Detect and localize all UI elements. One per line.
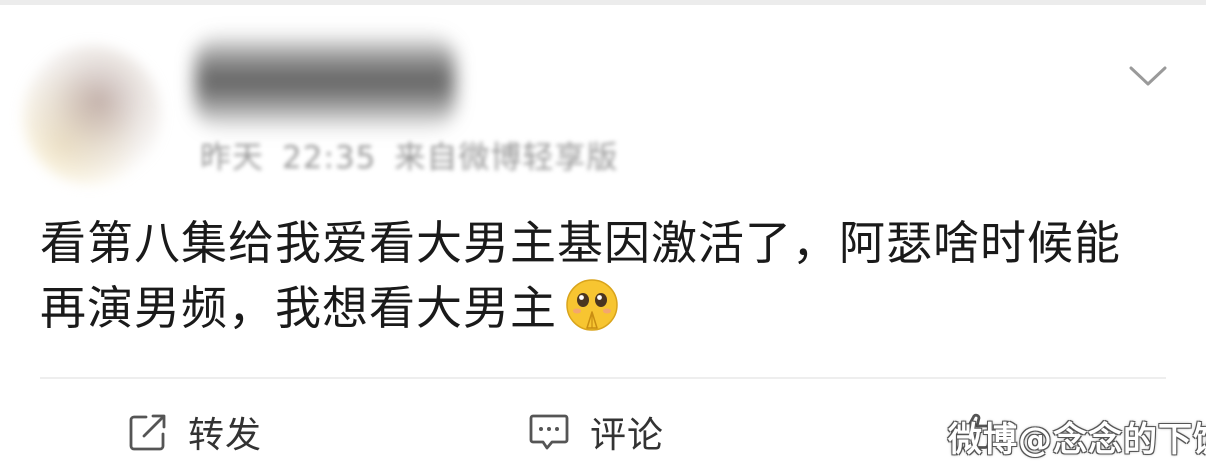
top-strip <box>0 0 1206 5</box>
comment-icon <box>529 414 569 450</box>
username-redacted <box>195 32 455 132</box>
post-source: 来自微博轻享版 <box>394 140 619 176</box>
post-text: 看第八集给我爱看大男主基因激活了，阿瑟啥时候能 再演男频，我想看大男主 <box>40 211 1170 341</box>
post-time-clock: 22:35 <box>282 140 377 176</box>
post-text-line-1: 看第八集给我爱看大男主基因激活了，阿瑟啥时候能 <box>40 216 1121 270</box>
repost-button[interactable]: 转发 <box>128 402 262 462</box>
divider <box>40 377 1166 379</box>
avatar[interactable] <box>22 45 162 185</box>
post-meta: 昨天 22:35 来自微博轻享版 <box>200 132 636 177</box>
comment-label: 评论 <box>590 415 665 456</box>
comment-button[interactable]: 评论 <box>528 402 664 462</box>
watermark: 微博@念念的下饭剧 <box>948 420 1206 460</box>
share-icon <box>129 414 166 451</box>
post-time-day: 昨天 <box>200 140 264 176</box>
post-text-line-2-text: 再演男频，我想看大男主 <box>40 281 557 335</box>
post-text-line-2: 再演男频，我想看大男主 <box>40 276 1170 341</box>
pleading-praying-emoji <box>566 279 618 331</box>
repost-label: 转发 <box>188 415 263 456</box>
chevron-down-icon[interactable] <box>1128 64 1168 88</box>
